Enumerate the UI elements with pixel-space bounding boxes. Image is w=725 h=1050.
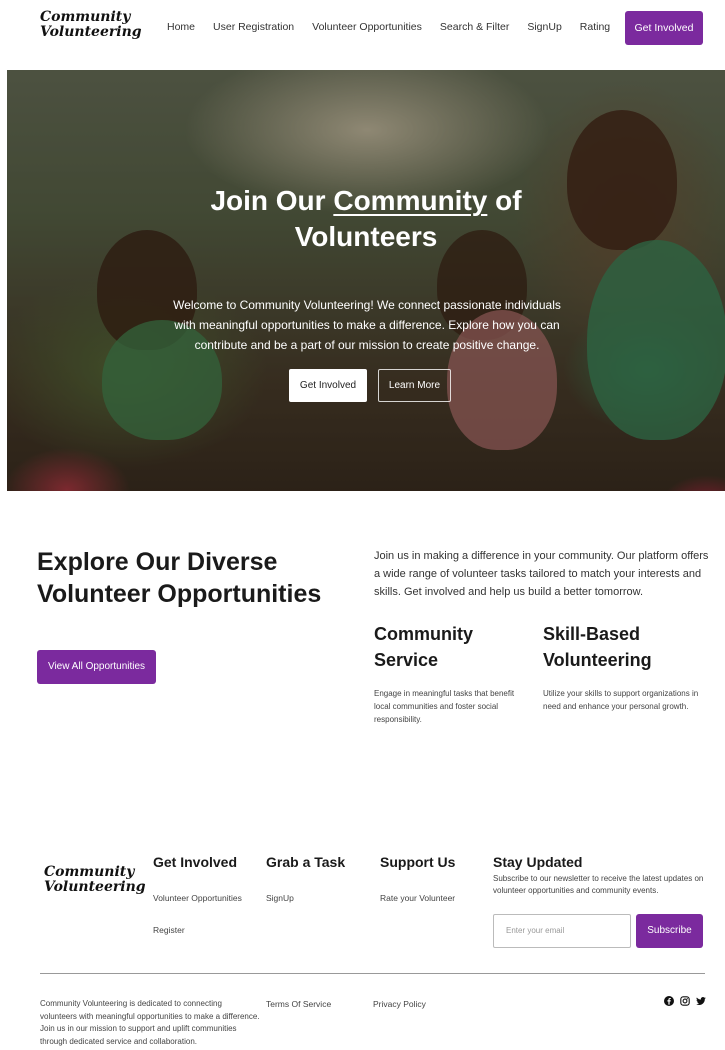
footer-heading: Grab a Task xyxy=(266,854,346,870)
footer-link-signup[interactable]: SignUp xyxy=(266,893,345,903)
hero-get-involved-button[interactable]: Get Involved xyxy=(289,369,367,402)
terms-of-service-link[interactable]: Terms Of Service xyxy=(266,999,331,1009)
hero-title-part1: Join Our xyxy=(210,185,334,216)
card-community-service[interactable]: Community Service Engage in meaningful t… xyxy=(374,621,524,726)
nav-get-involved-button[interactable]: Get Involved xyxy=(625,11,703,45)
footer-about-text: Community Volunteering is dedicated to c… xyxy=(40,999,260,1046)
footer-link-volunteer-opportunities[interactable]: Volunteer Opportunities xyxy=(153,893,242,903)
card-skill-based-volunteering[interactable]: Skill-Based Volunteering Utilize your sk… xyxy=(543,621,703,713)
card-title: Community Service xyxy=(374,624,473,670)
hero-banner: Join Our Community of Volunteers Welcome… xyxy=(7,70,725,491)
privacy-policy-link[interactable]: Privacy Policy xyxy=(373,999,426,1009)
footer-column-support-us: Support Us Rate your Volunteer xyxy=(380,853,455,903)
nav-link-signup[interactable]: SignUp xyxy=(527,21,561,33)
footer-link-register[interactable]: Register xyxy=(153,925,242,935)
nav-link-rating[interactable]: Rating xyxy=(580,21,610,33)
newsletter-email-input[interactable]: Enter your email xyxy=(493,914,631,948)
subscribe-button[interactable]: Subscribe xyxy=(636,914,703,948)
brand-name-line1: Community xyxy=(44,864,135,880)
brand-name-line2: Volunteering xyxy=(44,878,146,895)
card-text: Engage in meaningful tasks that benefit … xyxy=(374,689,515,724)
footer-column-get-involved: Get Involved Volunteer Opportunities Reg… xyxy=(153,853,242,935)
hero-learn-more-button[interactable]: Learn More xyxy=(378,369,451,402)
brand-name-line2: Volunteering xyxy=(40,23,142,40)
twitter-icon[interactable] xyxy=(696,996,706,1006)
instagram-icon[interactable] xyxy=(680,996,690,1006)
footer-brand-logo[interactable]: Community Volunteering xyxy=(44,864,146,895)
footer-link-rate-volunteer[interactable]: Rate your Volunteer xyxy=(380,893,455,903)
nav-link-search-filter[interactable]: Search & Filter xyxy=(440,21,509,33)
brand-logo[interactable]: Community Volunteering xyxy=(40,9,142,40)
explore-title: Explore Our Diverse Volunteer Opportunit… xyxy=(37,548,322,608)
nav-link-volunteer-opportunities[interactable]: Volunteer Opportunities xyxy=(312,21,422,33)
footer-heading: Get Involved xyxy=(153,854,238,870)
nav-link-user-registration[interactable]: User Registration xyxy=(213,21,294,33)
view-all-opportunities-button[interactable]: View All Opportunities xyxy=(37,650,156,684)
newsletter-description: Subscribe to our newsletter to receive t… xyxy=(493,874,704,895)
footer-column-grab-a-task: Grab a Task SignUp xyxy=(266,853,345,903)
footer-heading: Support Us xyxy=(380,854,456,870)
facebook-icon[interactable] xyxy=(664,996,674,1006)
nav-links: Home User Registration Volunteer Opportu… xyxy=(167,21,628,33)
brand-name-line1: Community xyxy=(40,9,131,25)
hero-title: Join Our Community of Volunteers xyxy=(7,183,725,255)
hero-title-underlined: Community xyxy=(333,185,488,216)
nav-link-home[interactable]: Home xyxy=(167,21,195,33)
top-navigation: Community Volunteering Home User Registr… xyxy=(0,0,725,60)
hero-overlay xyxy=(7,70,725,491)
hero-description: Welcome to Community Volunteering! We co… xyxy=(173,298,561,352)
hero-title-part2: of xyxy=(487,185,522,216)
card-title: Skill-Based Volunteering xyxy=(543,624,652,670)
explore-intro: Join us in making a difference in your c… xyxy=(374,550,709,598)
hero-title-line2: Volunteers xyxy=(294,221,438,252)
footer-divider xyxy=(40,973,705,974)
card-text: Utilize your skills to support organizat… xyxy=(543,689,699,711)
footer-heading: Stay Updated xyxy=(493,854,583,870)
footer-column-stay-updated: Stay Updated Subscribe to our newsletter… xyxy=(493,853,705,897)
